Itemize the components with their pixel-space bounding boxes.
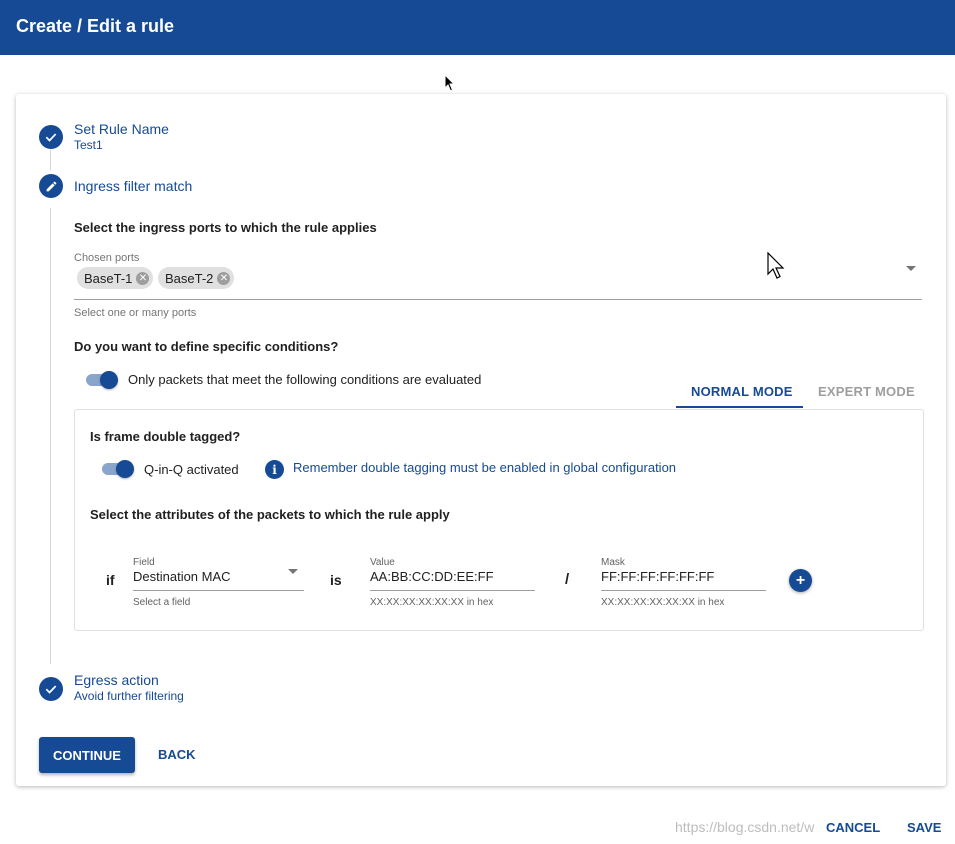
conditions-heading: Do you want to define specific condition… [74,339,339,354]
mouse-pointer-icon [767,252,785,279]
dialog-header: Create / Edit a rule [0,0,955,55]
is-label: is [330,572,342,588]
add-icon: + [795,571,806,589]
tab-normal-mode[interactable]: NORMAL MODE [691,384,793,399]
step-title-ingress[interactable]: Ingress filter match [74,178,192,194]
cancel-button[interactable]: CANCEL [826,820,880,835]
mouse-pointer-icon [444,74,456,92]
step-connector [50,150,51,170]
watermark: https://blog.csdn.net/w [675,819,815,835]
check-icon [45,685,57,694]
step-title-rule-name[interactable]: Set Rule Name [74,121,169,137]
step-value-egress: Avoid further filtering [74,689,184,703]
field-select-underline[interactable] [133,590,304,591]
port-chip[interactable]: BaseT-1 ✕ [77,267,154,289]
continue-button[interactable]: CONTINUE [39,737,135,773]
tab-expert-mode[interactable]: EXPERT MODE [818,384,915,399]
port-chip-label: BaseT-2 [165,270,214,286]
close-icon[interactable]: ✕ [217,271,231,285]
mask-separator: / [565,571,570,588]
field-select-value[interactable]: Destination MAC [133,569,231,584]
ports-hint: Select one or many ports [74,307,197,319]
tab-active-indicator [676,406,803,408]
double-tag-heading: Is frame double tagged? [90,429,241,444]
info-message: Remember double tagging must be enabled … [293,460,677,475]
attributes-heading: Select the attributes of the packets to … [90,507,450,522]
mask-input[interactable]: FF:FF:FF:FF:FF:FF [601,569,714,584]
continue-button-label: CONTINUE [53,747,121,763]
toggle-thumb[interactable] [116,460,134,478]
ports-heading: Select the ingress ports to which the ru… [74,220,377,235]
dialog-title: Create / Edit a rule [16,16,175,36]
dropdown-arrow-icon[interactable] [287,568,299,576]
step-complete-indicator [39,677,63,701]
back-button[interactable]: BACK [158,747,196,762]
step-connector [50,208,51,664]
ports-field-label: Chosen ports [74,252,140,264]
close-icon[interactable]: ✕ [136,271,150,285]
step-edit-indicator [39,174,63,198]
port-chip-label: BaseT-1 [84,270,133,286]
conditions-toggle-label: Only packets that meet the following con… [128,372,482,387]
check-icon [45,133,57,142]
pencil-icon [46,181,56,191]
value-input-underline[interactable] [370,590,535,591]
dropdown-arrow-icon[interactable] [905,265,917,273]
step-title-egress[interactable]: Egress action [74,672,159,688]
mask-input-hint: XX:XX:XX:XX:XX:XX in hex [601,597,725,608]
qinq-label: Q-in-Q activated [144,462,239,477]
toggle-thumb[interactable] [100,371,118,389]
field-select-hint: Select a field [133,597,191,608]
port-chip[interactable]: BaseT-2 ✕ [158,267,235,289]
step-complete-indicator [39,125,63,149]
info-icon: i [265,460,284,479]
value-input-hint: XX:XX:XX:XX:XX:XX in hex [370,597,494,608]
add-condition-button[interactable]: + [789,569,812,592]
value-input-label: Value [370,557,395,568]
value-input[interactable]: AA:BB:CC:DD:EE:FF [370,569,494,584]
field-select-label: Field [133,557,155,568]
save-button[interactable]: SAVE [907,820,941,835]
ports-select-underline[interactable] [74,299,922,300]
if-label: if [106,572,115,588]
mask-input-label: Mask [601,557,625,568]
mask-input-underline[interactable] [601,590,766,591]
step-value-rule-name: Test1 [74,138,103,152]
